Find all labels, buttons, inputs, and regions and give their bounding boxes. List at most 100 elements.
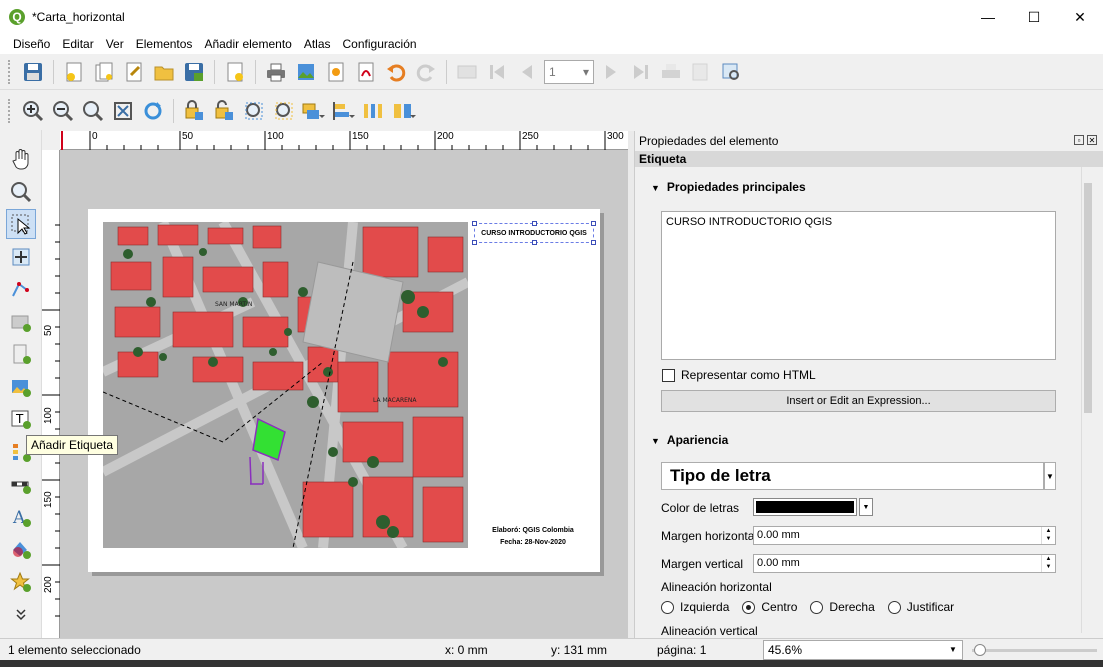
radio-justificar[interactable]: Justificar xyxy=(887,600,954,614)
selection-handle[interactable] xyxy=(472,240,477,245)
next-feature-button[interactable] xyxy=(596,57,626,87)
add-label-tool[interactable]: T xyxy=(6,404,36,434)
zoom-full-button[interactable] xyxy=(108,96,138,126)
zoom-100-button[interactable] xyxy=(78,96,108,126)
label-text-input[interactable]: CURSO INTRODUCTORIO QGIS xyxy=(661,211,1056,360)
new-layout-button[interactable] xyxy=(59,57,89,87)
group-items-button[interactable] xyxy=(239,96,269,126)
add-shape-tool[interactable] xyxy=(6,534,36,564)
add-3d-map-tool[interactable] xyxy=(6,339,36,369)
raise-items-button[interactable] xyxy=(299,96,329,126)
font-button[interactable]: Tipo de letra xyxy=(661,462,1044,490)
close-button[interactable]: ✕ xyxy=(1057,0,1103,34)
html-checkbox[interactable] xyxy=(662,368,675,382)
print-atlas-button[interactable] xyxy=(656,57,686,87)
move-content-tool[interactable] xyxy=(6,242,36,272)
spin-arrows[interactable]: ▲ ▼ xyxy=(1041,555,1055,572)
print-button[interactable] xyxy=(261,57,291,87)
menu-ver[interactable]: Ver xyxy=(100,37,130,51)
add-map-tool[interactable] xyxy=(6,307,36,337)
radio-izquierda[interactable]: Izquierda xyxy=(661,600,729,614)
selection-handle[interactable] xyxy=(472,221,477,226)
add-north-arrow-tool[interactable]: A xyxy=(6,502,36,532)
layout-canvas[interactable]: SAN MARTIN LA MACARENA CURSO INTRODUCTOR… xyxy=(60,150,628,638)
add-picture-tool[interactable] xyxy=(6,372,36,402)
pan-tool[interactable] xyxy=(6,144,36,174)
scrollbar-thumb[interactable] xyxy=(1084,183,1092,413)
atlas-page-spinbox[interactable]: 1 ▾ xyxy=(544,59,594,84)
radio-button[interactable] xyxy=(887,600,901,614)
font-color-dropdown[interactable]: ▼ xyxy=(859,498,873,516)
distribute-items-button[interactable] xyxy=(359,96,389,126)
add-scalebar-tool[interactable] xyxy=(6,469,36,499)
edit-nodes-tool[interactable] xyxy=(6,274,36,304)
menu-anadir-elemento[interactable]: Añadir elemento xyxy=(198,37,297,51)
selection-handle[interactable] xyxy=(532,221,537,226)
selection-handle[interactable] xyxy=(591,240,596,245)
credit-label-item[interactable]: Elaboró: QGIS Colombia Fecha: 28-Nov-202… xyxy=(474,525,592,549)
insert-expression-button[interactable]: Insert or Edit an Expression... xyxy=(661,390,1056,412)
selection-handle[interactable] xyxy=(532,240,537,245)
undo-button[interactable] xyxy=(381,57,411,87)
panel-scrollbar[interactable] xyxy=(1081,167,1094,633)
export-svg-button[interactable] xyxy=(321,57,351,87)
section-main-properties[interactable]: Propiedades principales xyxy=(651,180,806,194)
zoom-combobox[interactable]: 45.6% ▼ xyxy=(763,640,963,660)
font-dropdown[interactable]: ▼ xyxy=(1044,462,1056,490)
atlas-settings-button[interactable] xyxy=(716,57,746,87)
align-items-button[interactable] xyxy=(329,96,359,126)
selection-handle[interactable] xyxy=(591,221,596,226)
add-marker-tool[interactable] xyxy=(6,567,36,597)
add-pages-button[interactable] xyxy=(220,57,250,87)
zoom-in-button[interactable] xyxy=(18,96,48,126)
radio-centro[interactable]: Centro xyxy=(742,600,797,614)
section-appearance[interactable]: Apariencia xyxy=(651,433,728,447)
unlock-items-button[interactable] xyxy=(209,96,239,126)
refresh-button[interactable] xyxy=(138,96,168,126)
menu-configuracion[interactable]: Configuración xyxy=(337,37,423,51)
layout-manager-button[interactable] xyxy=(119,57,149,87)
ungroup-items-button[interactable] xyxy=(269,96,299,126)
export-image-button[interactable] xyxy=(291,57,321,87)
radio-derecha[interactable]: Derecha xyxy=(810,600,875,614)
minimize-button[interactable]: — xyxy=(965,0,1011,34)
menu-editar[interactable]: Editar xyxy=(56,37,99,51)
map-item[interactable]: SAN MARTIN LA MACARENA xyxy=(103,222,468,548)
open-template-button[interactable] xyxy=(149,57,179,87)
previous-feature-button[interactable] xyxy=(512,57,542,87)
v-margin-spinbox[interactable]: 0.00 mm ▲ ▼ xyxy=(753,554,1056,573)
radio-button-selected[interactable] xyxy=(742,600,756,614)
radio-button[interactable] xyxy=(810,600,824,614)
more-tools-button[interactable] xyxy=(6,599,36,629)
zoom-tool[interactable] xyxy=(6,177,36,207)
first-feature-button[interactable] xyxy=(482,57,512,87)
menu-atlas[interactable]: Atlas xyxy=(298,37,337,51)
atlas-preview-button[interactable] xyxy=(452,57,482,87)
h-margin-spinbox[interactable]: 0.00 mm ▲ ▼ xyxy=(753,526,1056,545)
lock-items-button[interactable] xyxy=(179,96,209,126)
font-color-button[interactable] xyxy=(753,498,857,516)
toolbar-grip[interactable] xyxy=(8,99,12,123)
last-feature-button[interactable] xyxy=(626,57,656,87)
duplicate-layout-button[interactable] xyxy=(89,57,119,87)
export-atlas-button[interactable] xyxy=(686,57,716,87)
menu-diseno[interactable]: Diseño xyxy=(7,37,56,51)
toolbar-grip[interactable] xyxy=(8,59,12,84)
redo-button[interactable] xyxy=(411,57,441,87)
maximize-button[interactable]: ☐ xyxy=(1011,0,1057,34)
menu-elementos[interactable]: Elementos xyxy=(130,37,199,51)
resize-items-button[interactable] xyxy=(389,96,419,126)
zoom-slider-thumb[interactable] xyxy=(974,644,986,656)
select-tool[interactable] xyxy=(5,209,36,239)
export-pdf-button[interactable] xyxy=(351,57,381,87)
save-layout-button[interactable] xyxy=(18,57,48,87)
layout-page[interactable]: SAN MARTIN LA MACARENA CURSO INTRODUCTOR… xyxy=(88,209,600,572)
zoom-out-button[interactable] xyxy=(48,96,78,126)
zoom-slider[interactable] xyxy=(972,644,1097,656)
radio-button[interactable] xyxy=(661,600,674,614)
float-panel-icon[interactable]: ▫ xyxy=(1074,135,1084,145)
html-checkbox-row[interactable]: Representar como HTML xyxy=(662,368,816,382)
close-panel-icon[interactable]: ✕ xyxy=(1087,135,1097,145)
spin-arrows[interactable]: ▲ ▼ xyxy=(1041,527,1055,544)
save-template-button[interactable] xyxy=(179,57,209,87)
